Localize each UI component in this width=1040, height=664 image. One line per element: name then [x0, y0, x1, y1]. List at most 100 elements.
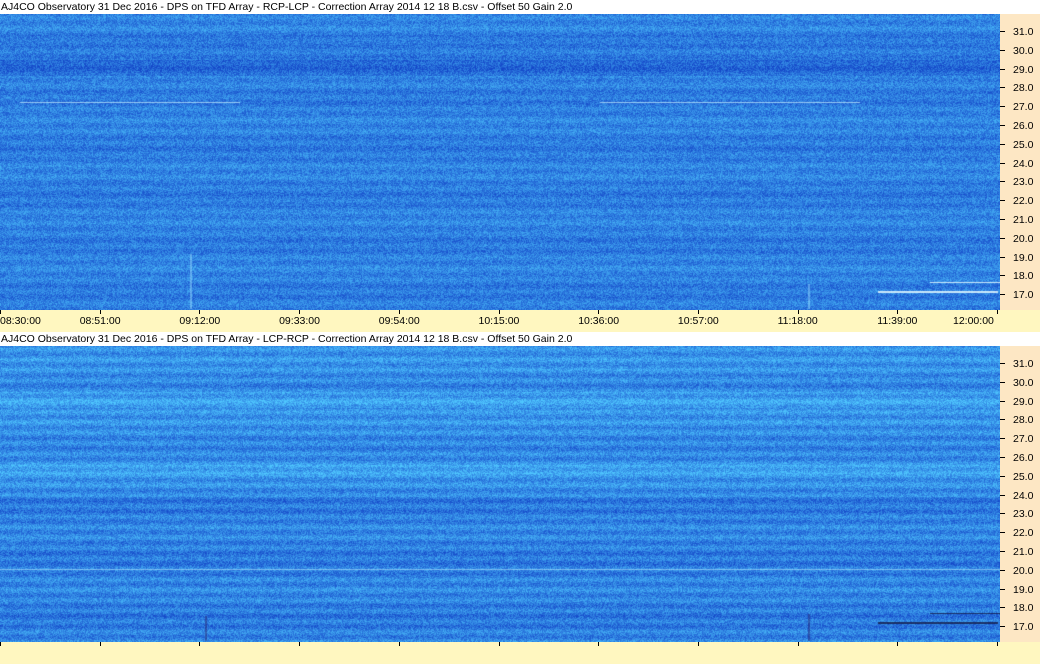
tick-mark: [897, 642, 899, 646]
frequency-label: 22.0: [1013, 195, 1034, 208]
frequency-tick: 30.0: [1000, 377, 1040, 389]
tick-mark: [1000, 381, 1005, 383]
frequency-tick: 20.0: [1000, 565, 1040, 577]
frequency-tick: 21.0: [1000, 214, 1040, 226]
tick-mark: [997, 642, 998, 646]
frequency-tick: 24.0: [1000, 158, 1040, 170]
time-axis-lcp: [0, 642, 1040, 664]
frequency-tick: 23.0: [1000, 508, 1040, 520]
frequency-label: 25.0: [1013, 470, 1034, 483]
spectrogram-title-lcp: AJ4CO Observatory 31 Dec 2016 - DPS on T…: [0, 332, 573, 346]
tick-mark: [498, 642, 500, 646]
tick-mark: [1000, 400, 1005, 402]
tick-mark: [1000, 438, 1005, 440]
tick-mark: [1000, 256, 1005, 258]
frequency-label: 21.0: [1013, 214, 1034, 226]
spectrogram-rcp: [0, 14, 1000, 310]
frequency-label: 23.0: [1013, 508, 1034, 521]
time-label: 10:15:00: [478, 315, 520, 327]
frequency-tick: 30.0: [1000, 45, 1040, 57]
tick-mark: [1000, 106, 1005, 108]
tick-mark: [0, 642, 1, 646]
frequency-label: 30.0: [1013, 376, 1034, 389]
frequency-tick: 26.0: [1000, 452, 1040, 464]
frequency-tick: 24.0: [1000, 490, 1040, 502]
tick-mark: [1000, 237, 1005, 239]
frequency-tick: 17.0: [1000, 289, 1040, 301]
tick-mark: [1000, 87, 1005, 89]
tick-mark: [99, 642, 101, 646]
frequency-label: 19.0: [1013, 583, 1034, 596]
tick-mark: [1000, 626, 1005, 628]
frequency-tick: 19.0: [1000, 584, 1040, 596]
tick-mark: [1000, 143, 1005, 145]
frequency-tick: 21.0: [1000, 546, 1040, 558]
frequency-label: 28.0: [1013, 414, 1034, 427]
frequency-label: 20.0: [1013, 564, 1034, 577]
frequency-label: 29.0: [1013, 395, 1034, 408]
frequency-label: 26.0: [1013, 452, 1034, 464]
frequency-tick: 22.0: [1000, 527, 1040, 539]
tick-mark: [1000, 363, 1005, 364]
time-label: 09:54:00: [378, 315, 420, 327]
frequency-label: 20.0: [1013, 232, 1034, 245]
tick-mark: [1000, 551, 1005, 552]
frequency-tick: 22.0: [1000, 195, 1040, 207]
tick-mark: [1000, 475, 1005, 477]
spectrogram-title-rcp: AJ4CO Observatory 31 Dec 2016 - DPS on T…: [0, 0, 573, 14]
tick-mark: [1000, 419, 1005, 421]
time-label: 09:33:00: [279, 315, 320, 327]
tick-mark: [1000, 275, 1005, 277]
time-label: 11:39:00: [877, 315, 918, 327]
tick-mark: [1000, 607, 1005, 609]
time-label: 10:57:00: [677, 315, 719, 327]
tick-mark: [1000, 68, 1005, 70]
frequency-label: 24.0: [1013, 489, 1034, 502]
tick-mark: [1000, 588, 1005, 590]
frequency-label: 24.0: [1013, 157, 1034, 170]
tick-mark: [797, 642, 799, 646]
spectrogram-lcp: [0, 346, 1000, 642]
frequency-tick: 19.0: [1000, 252, 1040, 264]
tick-mark: [997, 310, 998, 314]
tick-mark: [1000, 513, 1005, 515]
frequency-tick: 23.0: [1000, 176, 1040, 188]
frequency-label: 30.0: [1013, 44, 1034, 57]
time-label: 12:00:00: [953, 315, 994, 327]
frequency-tick: 25.0: [1000, 139, 1040, 151]
frequency-label: 17.0: [1013, 621, 1034, 634]
frequency-tick: 29.0: [1000, 64, 1040, 76]
tick-mark: [1000, 294, 1005, 296]
frequency-tick: 18.0: [1000, 270, 1040, 282]
frequency-tick: 28.0: [1000, 82, 1040, 94]
frequency-label: 21.0: [1013, 546, 1034, 558]
frequency-tick: 20.0: [1000, 233, 1040, 245]
frequency-tick: 28.0: [1000, 414, 1040, 426]
tick-mark: [1000, 219, 1005, 220]
frequency-label: 31.0: [1013, 358, 1034, 370]
frequency-label: 17.0: [1013, 289, 1034, 302]
tick-mark: [398, 642, 400, 646]
tick-mark: [1000, 494, 1005, 496]
frequency-axis-rcp: 31.0 30.0 29.0 28.0 27.0 26.0 25.0 24.0 23.0 22.0…: [1000, 14, 1040, 310]
frequency-label: 28.0: [1013, 82, 1034, 95]
tick-mark: [1000, 125, 1005, 126]
frequency-tick: 18.0: [1000, 602, 1040, 614]
frequency-tick: 29.0: [1000, 396, 1040, 408]
tick-mark: [299, 642, 301, 646]
time-label: 08:30:00: [0, 315, 41, 327]
frequency-label: 29.0: [1013, 63, 1034, 76]
frequency-tick: 26.0: [1000, 120, 1040, 132]
frequency-tick: 27.0: [1000, 433, 1040, 445]
tick-mark: [1000, 457, 1005, 458]
tick-mark: [1000, 532, 1005, 534]
tick-mark: [199, 642, 201, 646]
frequency-axis-lcp: 31.0 30.0 29.0 28.0 27.0 26.0 25.0 24.0 23.0 22.0…: [1000, 346, 1040, 642]
frequency-label: 18.0: [1013, 602, 1034, 615]
frequency-label: 27.0: [1013, 433, 1034, 446]
tick-mark: [697, 642, 699, 646]
tick-mark: [1000, 181, 1005, 183]
frequency-tick: 17.0: [1000, 621, 1040, 633]
tick-mark: [1000, 162, 1005, 164]
tick-mark: [1000, 49, 1005, 51]
